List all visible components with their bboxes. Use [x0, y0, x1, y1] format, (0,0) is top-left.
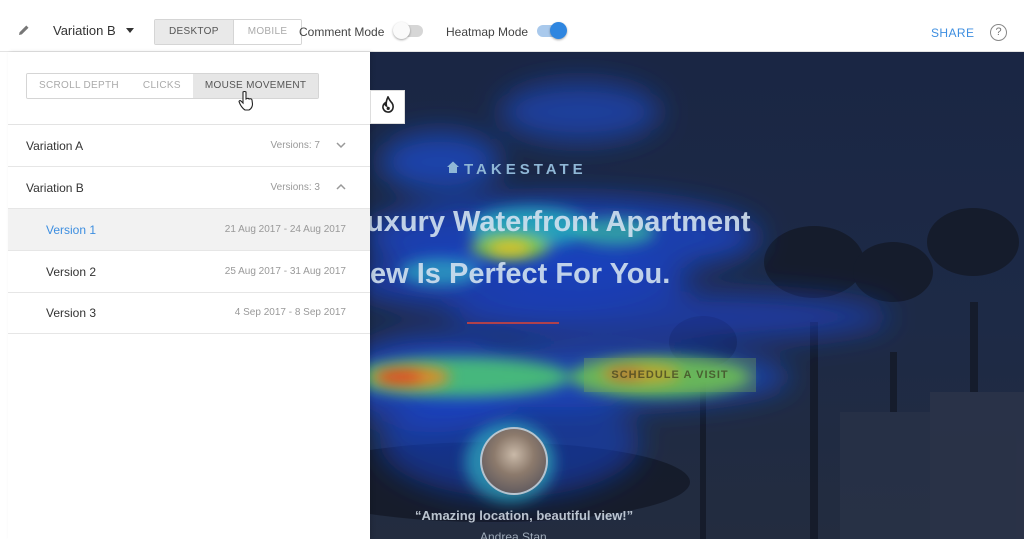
caret-down-icon — [125, 28, 134, 33]
variation-dropdown-label: Variation B — [53, 23, 116, 38]
version-3-row[interactable]: Version 3 4 Sep 2017 - 8 Sep 2017 — [8, 292, 370, 334]
headline-line-1: uxury Waterfront Apartment — [370, 206, 751, 238]
logo-text: TAKESTATE — [464, 160, 587, 178]
heatmap-overlay — [370, 82, 1024, 539]
heatmap-mode-label: Heatmap Mode — [446, 25, 529, 39]
share-button[interactable]: SHARE — [931, 26, 974, 40]
version-3-name: Version 3 — [46, 306, 97, 320]
version-2-name: Version 2 — [46, 265, 97, 279]
chevron-down-icon — [335, 138, 347, 156]
version-1-row[interactable]: Version 1 21 Aug 2017 - 24 Aug 2017 — [8, 209, 370, 251]
flame-icon — [381, 95, 395, 118]
headline-line-2: ew Is Perfect For You. — [370, 258, 671, 290]
schedule-visit-button[interactable]: SCHEDULE A VISIT — [584, 358, 756, 392]
version-2-dates: 25 Aug 2017 - 31 Aug 2017 — [224, 266, 346, 277]
variation-b-name: Variation B — [26, 181, 84, 195]
chevron-up-icon — [335, 180, 347, 198]
variation-a-versions: Versions: 7 — [270, 140, 320, 151]
device-toggle: DESKTOP MOBILE — [154, 19, 303, 45]
heatmap-flame-button[interactable] — [370, 90, 405, 124]
tab-clicks[interactable]: CLICKS — [130, 74, 193, 98]
variation-a-row[interactable]: Variation A Versions: 7 — [8, 125, 370, 167]
desktop-button[interactable]: DESKTOP — [155, 20, 234, 44]
version-2-row[interactable]: Version 2 25 Aug 2017 - 31 Aug 2017 — [8, 251, 370, 293]
version-1-name: Version 1 — [46, 223, 97, 237]
heatmap-mode-toggle[interactable] — [537, 22, 567, 39]
mobile-button[interactable]: MOBILE — [233, 20, 302, 44]
variation-b-versions: Versions: 3 — [270, 182, 320, 193]
tab-mouse-movement[interactable]: MOUSE MOVEMENT — [192, 74, 319, 98]
heatmap-preview: TAKESTATE uxury Waterfront Apartment ew … — [370, 52, 1024, 539]
house-icon — [446, 160, 460, 178]
variation-dropdown[interactable]: Variation B — [53, 23, 134, 38]
headline-divider — [467, 322, 559, 324]
comment-mode-label: Comment Mode — [299, 25, 385, 39]
variation-a-name: Variation A — [26, 139, 84, 153]
toolbar: Variation B DESKTOP MOBILE Comment Mode … — [0, 0, 1024, 52]
hand-cursor-icon — [238, 90, 254, 116]
variation-b-row[interactable]: Variation B Versions: 3 — [8, 167, 370, 209]
pencil-icon[interactable] — [18, 23, 30, 41]
comment-mode-toggle[interactable] — [393, 22, 423, 39]
version-3-dates: 4 Sep 2017 - 8 Sep 2017 — [234, 307, 346, 318]
toggle-knob — [550, 22, 567, 39]
avatar — [480, 427, 548, 495]
help-icon[interactable]: ? — [990, 24, 1007, 41]
testimonial-quote: “Amazing location, beautiful view!” — [415, 508, 634, 523]
heatmap-panel: SCROLL DEPTH CLICKS MOUSE MOVEMENT Varia… — [8, 52, 370, 539]
toggle-knob — [393, 22, 410, 39]
site-logo: TAKESTATE — [446, 160, 587, 178]
tab-scroll-depth[interactable]: SCROLL DEPTH — [27, 74, 131, 98]
testimonial-author: Andrea Stan — [480, 530, 547, 539]
version-1-dates: 21 Aug 2017 - 24 Aug 2017 — [224, 224, 346, 235]
heatmap-type-tabs: SCROLL DEPTH CLICKS MOUSE MOVEMENT — [26, 73, 320, 99]
